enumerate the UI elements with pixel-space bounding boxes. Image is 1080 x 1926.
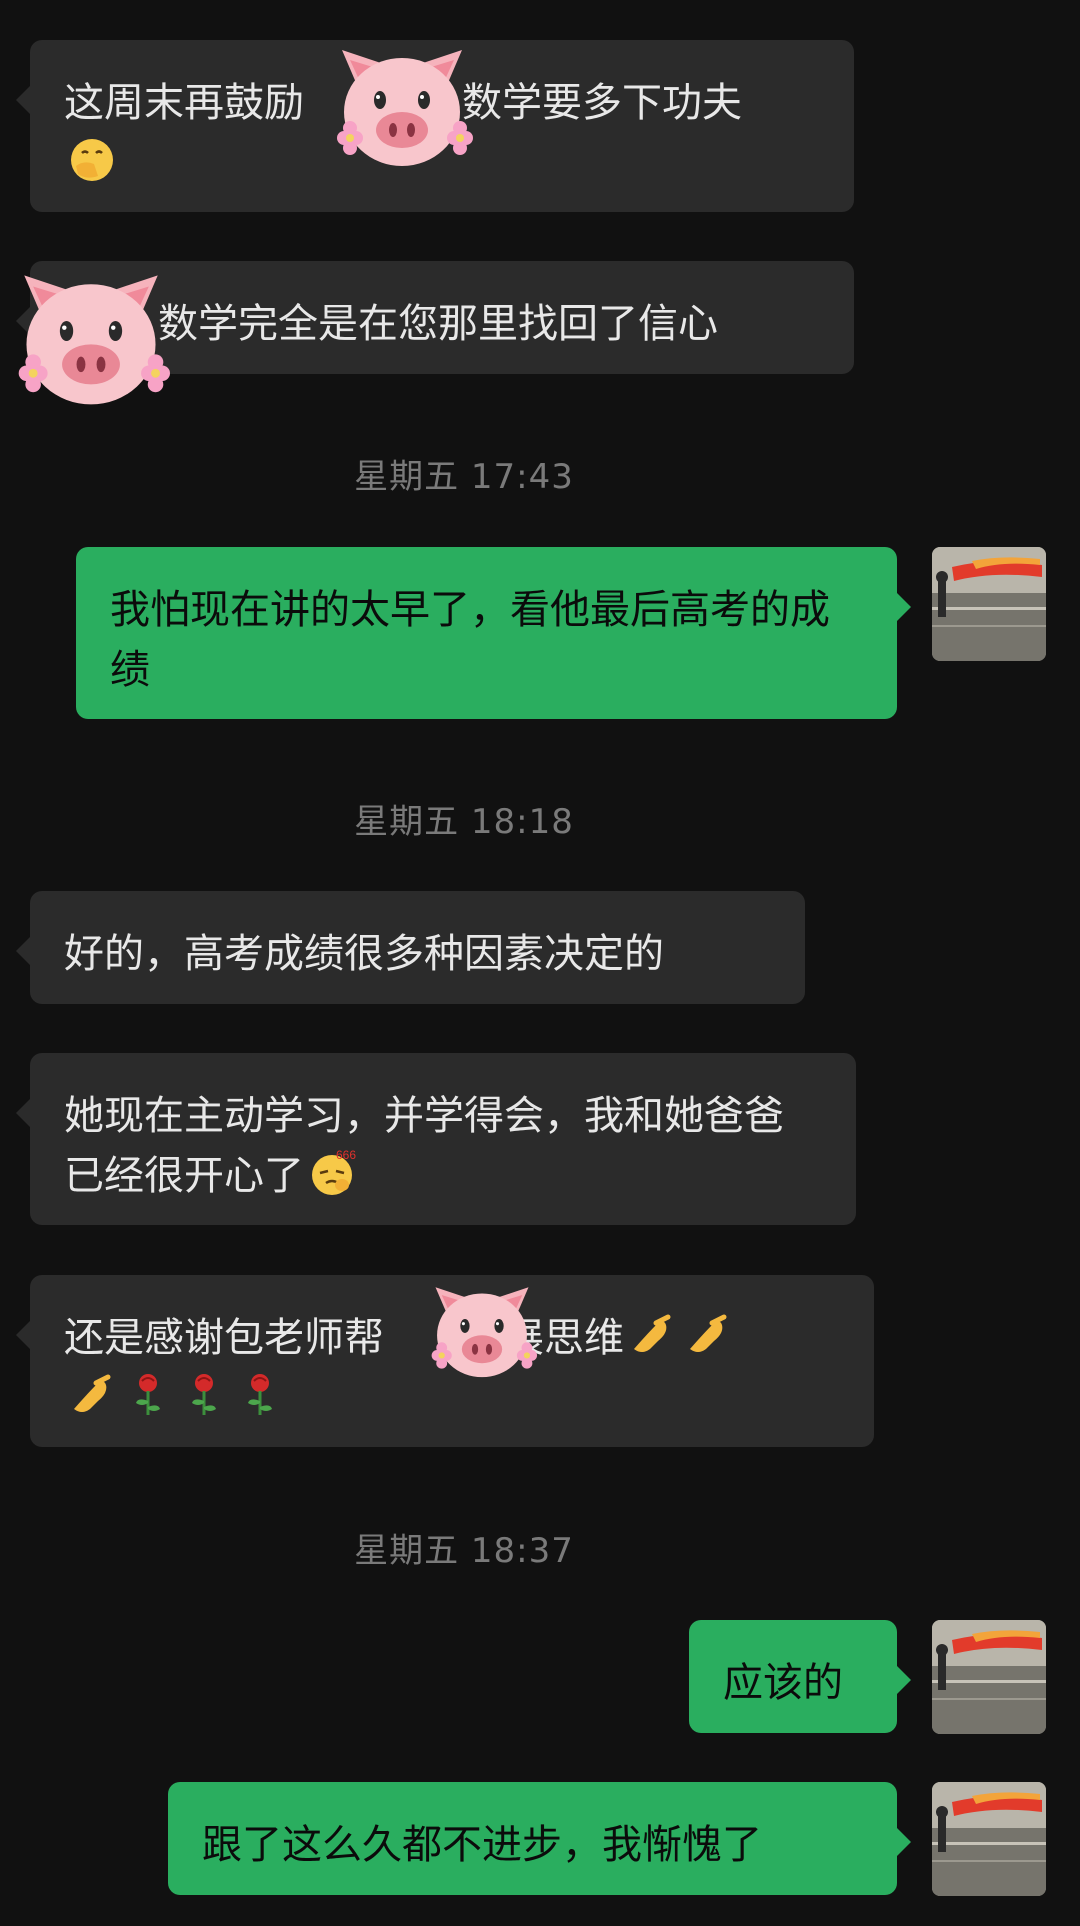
pig-face-icon xyxy=(2,242,180,420)
rose-icon xyxy=(236,1371,284,1419)
pig-face-icon xyxy=(322,20,482,180)
rose-icon xyxy=(124,1371,172,1419)
pig-face-icon xyxy=(420,1264,544,1388)
sunset-beach-avatar-icon xyxy=(932,547,1046,661)
message-text: 跟了这么久都不进步，我惭愧了 xyxy=(202,1822,762,1868)
message-bubble-outgoing-1[interactable]: 我怕现在讲的太早了，看他最后高考的成绩 xyxy=(76,547,911,719)
timestamp: 星期五 17:43 xyxy=(354,457,574,497)
message-text: 好的，高考成绩很多种因素决定的 xyxy=(64,931,664,977)
rose-icon xyxy=(180,1371,228,1419)
message-text: 应该的 xyxy=(723,1660,843,1706)
sunset-beach-avatar-icon xyxy=(932,1782,1046,1896)
message-text: 她现在主动学习，并学得会，我和她爸爸已经很开心了 xyxy=(64,1093,784,1199)
message-bubble-incoming-4[interactable]: 她现在主动学习，并学得会，我和她爸爸已经很开心了 xyxy=(16,1053,856,1225)
ok-hand-icon xyxy=(628,1311,676,1359)
message-bubble-incoming-3[interactable]: 好的，高考成绩很多种因素决定的 xyxy=(16,891,805,1004)
message-text-part-1: 这周末再鼓励 xyxy=(64,80,304,126)
sunset-beach-avatar-icon xyxy=(932,1620,1046,1734)
self-avatar[interactable] xyxy=(932,1620,1046,1734)
face-with-hand-over-mouth-icon xyxy=(68,136,116,184)
ok-hand-icon xyxy=(684,1311,732,1359)
self-avatar[interactable] xyxy=(932,1782,1046,1896)
message-bubble-outgoing-3[interactable]: 跟了这么久都不进步，我惭愧了 xyxy=(168,1782,911,1895)
message-text: 数学完全是在您那里找回了信心 xyxy=(158,301,718,347)
self-avatar[interactable] xyxy=(932,547,1046,661)
message-text-part-2: 数学要多下功夫 xyxy=(462,80,742,126)
timestamp: 星期五 18:37 xyxy=(354,1531,574,1571)
ok-hand-icon xyxy=(68,1371,116,1419)
message-text: 我怕现在讲的太早了，看他最后高考的成绩 xyxy=(110,587,830,693)
666-face-icon xyxy=(308,1149,356,1197)
message-bubble-outgoing-2[interactable]: 应该的 xyxy=(689,1620,911,1733)
timestamp: 星期五 18:18 xyxy=(354,802,574,842)
message-text-part-1: 还是感谢包老师帮 xyxy=(64,1315,384,1361)
